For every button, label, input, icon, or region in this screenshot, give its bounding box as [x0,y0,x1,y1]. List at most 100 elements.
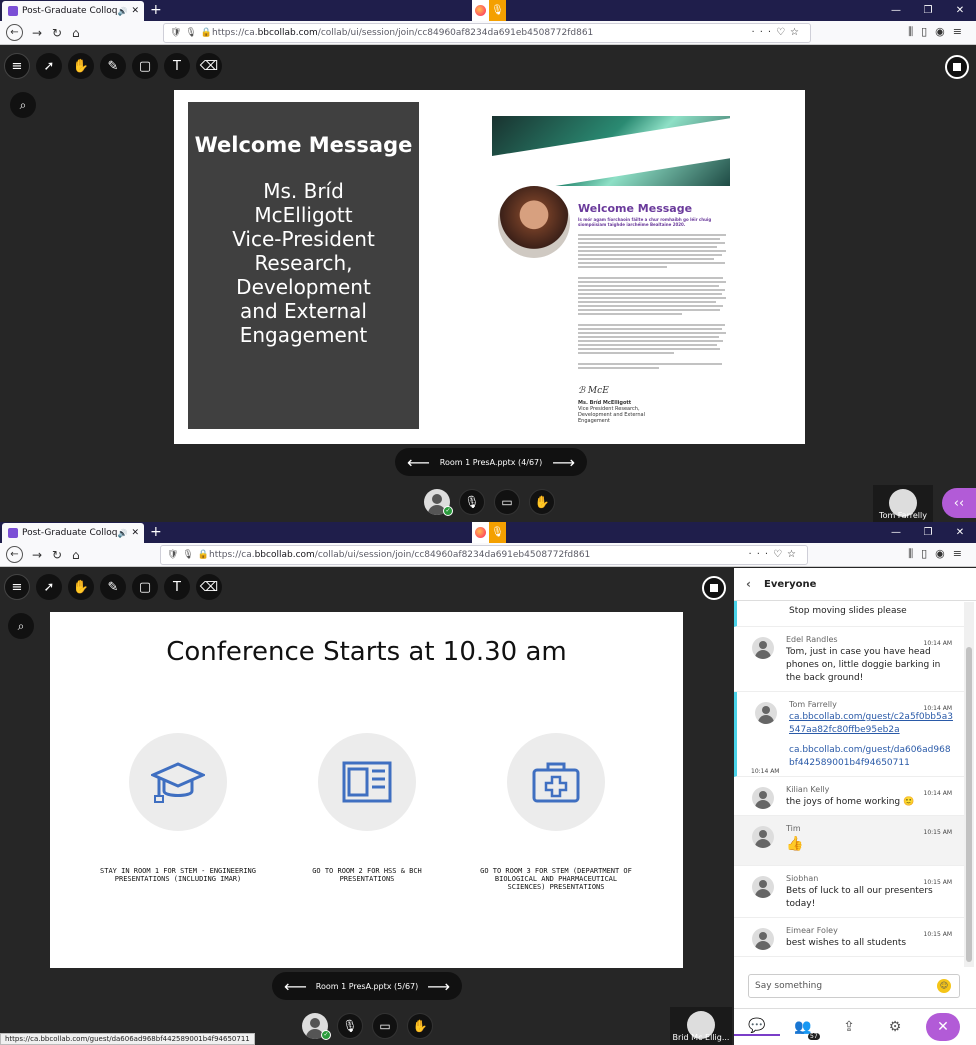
record-stop-button[interactable] [702,576,726,600]
zoom-tool-icon[interactable]: ⌕ [10,92,36,118]
record-stop-button[interactable] [945,55,969,79]
chat-message: 10:15 AM Siobhan Bets of luck to all our… [734,866,966,918]
close-panel-button[interactable]: ✕ [926,1013,960,1041]
minimize-button[interactable]: — [880,0,912,21]
new-tab-button[interactable]: + [150,2,162,18]
emoji-picker-icon[interactable]: ☺ [937,979,951,993]
slide-conference: Conference Starts at 10.30 am STAY IN RO… [50,612,683,968]
close-tab-icon[interactable]: ✕ [131,528,139,538]
menu-icon[interactable]: ≡ [4,53,30,79]
message-time: 10:14 AM [923,790,952,797]
next-slide-button[interactable]: ⟶ [552,453,575,472]
reload-button[interactable]: ↻ [52,547,62,563]
chat-messages: Stop moving slides please 10:14 AM Edel … [734,601,966,969]
settings-gear-icon[interactable]: ⚙ [872,1019,918,1035]
close-tab-icon[interactable]: ✕ [131,6,139,16]
prev-slide-button[interactable]: ⟵ [284,977,307,996]
raise-hand-icon[interactable]: ✋ [529,489,555,515]
site-security-icons: 🛡🎙🔒 [167,550,214,560]
chat-tab-icon[interactable]: 💬 [734,1018,780,1036]
chevron-left-icon[interactable]: ‹ [746,577,751,591]
camera-off-icon[interactable]: ▭ [372,1013,398,1039]
prev-slide-button[interactable]: ⟵ [407,453,430,472]
chat-input[interactable]: Say something ☺ [748,974,960,998]
url-prefix: https://ca. [212,28,258,38]
collab-session-area: ≡ ➚ ✋ ✎ ▢ T ⌫ ⌕ Welcome Message Ms. Bríd… [0,45,976,522]
raise-hand-icon[interactable]: ✋ [407,1013,433,1039]
browser-tab[interactable]: Post-Graduate Colloquium 🔊 ✕ [2,523,144,543]
new-tab-button[interactable]: + [150,524,162,540]
attendees-tab-icon[interactable]: 👥 57 [780,1019,826,1040]
pan-hand-icon[interactable]: ✋ [68,53,94,79]
close-window-button[interactable]: ✕ [944,0,976,21]
open-panel-button[interactable]: ‹‹ [942,488,976,518]
firefox-sharing-indicator[interactable]: 🎙 [472,0,506,21]
eraser-icon[interactable]: ⌫ [196,574,222,600]
chat-scrollbar[interactable] [964,602,974,967]
next-slide-button[interactable]: ⟶ [427,977,450,996]
url-bar[interactable]: 🛡🎙🔒 https://ca.bbcollab.com/collab/ui/se… [163,23,811,43]
page-actions-icons[interactable]: ···♡☆ [749,546,801,564]
menu-icon[interactable]: ≡ [4,574,30,600]
pencil-icon[interactable]: ✎ [100,574,126,600]
forward-button[interactable]: → [32,547,42,563]
window-controls: — ❐ ✕ [880,522,976,543]
tab-title: Post-Graduate Colloquium [22,528,118,538]
page-actions-icons[interactable]: ···♡☆ [752,24,804,42]
restore-button[interactable]: ❐ [912,0,944,21]
zoom-tool-icon[interactable]: ⌕ [8,613,34,639]
speaker-icon[interactable]: 🔊 [117,7,127,16]
pan-hand-icon[interactable]: ✋ [68,574,94,600]
url-prefix: https://ca. [209,550,255,560]
chat-message: 10:14 AM Edel Randles Tom, just in case … [734,627,966,692]
room3-caption: GO TO ROOM 3 FOR STEM (DEPARTMENT OF BIO… [480,867,632,891]
participant-tile[interactable]: Tom Farrelly [873,485,933,522]
camera-off-icon[interactable]: ▭ [494,489,520,515]
back-button[interactable]: ← [6,24,23,41]
toolbar-icons[interactable]: ⫼▯◉≡ [908,547,970,561]
guest-link[interactable]: ca.bbcollab.com/guest/da606ad968bf442589… [789,744,956,770]
shape-square-icon[interactable]: ▢ [132,53,158,79]
speaker-icon[interactable]: 🔊 [117,529,127,538]
minimize-button[interactable]: — [880,522,912,543]
text-tool-icon[interactable]: T [164,574,190,600]
portrait-photo [498,186,570,258]
letter-body-text [578,234,726,371]
attendee-count-badge: 57 [808,1033,820,1040]
slide-left-body: Ms. Bríd McElligott Vice-President Resea… [232,179,375,347]
pencil-icon[interactable]: ✎ [100,53,126,79]
home-button[interactable]: ⌂ [72,547,80,563]
firefox-sharing-indicator[interactable]: 🎙 [472,522,506,543]
mic-muted-icon[interactable]: 🎙 [337,1013,363,1039]
newspaper-icon [342,761,392,803]
home-button[interactable]: ⌂ [72,25,80,41]
nav-bar: ← → ↻ ⌂ 🛡🎙🔒 https://ca.bbcollab.com/coll… [0,543,976,567]
share-content-icon[interactable]: ⇪ [826,1019,872,1035]
letter-subtitle: Is mór agam fíorchaoin fáilte a chur rom… [578,217,712,227]
chat-message: 10:14 AM Kilian Kelly the joys of home w… [734,777,966,816]
url-domain: bbcollab.com [257,28,318,38]
shape-square-icon[interactable]: ▢ [132,574,158,600]
url-path: /collab/ui/session/join/cc84960af8234da6… [317,28,594,38]
back-button[interactable]: ← [6,546,23,563]
chat-header: ‹ Everyone [734,568,976,601]
toolbar-icons[interactable]: ⫼▯◉≡ [908,25,970,39]
participant-tile[interactable]: Brid Mc Ellig... [670,1007,732,1045]
chat-message: 10:15 AM Tim 👍 [734,816,966,866]
url-bar[interactable]: 🛡🎙🔒 https://ca.bbcollab.com/collab/ui/se… [160,545,808,565]
eraser-icon[interactable]: ⌫ [196,53,222,79]
graduation-cap-icon [151,762,205,803]
reload-button[interactable]: ↻ [52,25,62,41]
restore-button[interactable]: ❐ [912,522,944,543]
browser-tab[interactable]: Post-Graduate Colloquium 🔊 ✕ [2,1,144,21]
scrollbar-thumb[interactable] [966,647,972,962]
forward-button[interactable]: → [32,25,42,41]
pointer-tool-icon[interactable]: ➚ [36,53,62,79]
url-path: /collab/ui/session/join/cc84960af8234da6… [314,550,591,560]
mic-muted-icon[interactable]: 🎙 [459,489,485,515]
text-tool-icon[interactable]: T [164,53,190,79]
url-domain: bbcollab.com [254,550,315,560]
message-text: Tom, just in case you have head phones o… [786,647,941,683]
pointer-tool-icon[interactable]: ➚ [36,574,62,600]
close-window-button[interactable]: ✕ [944,522,976,543]
